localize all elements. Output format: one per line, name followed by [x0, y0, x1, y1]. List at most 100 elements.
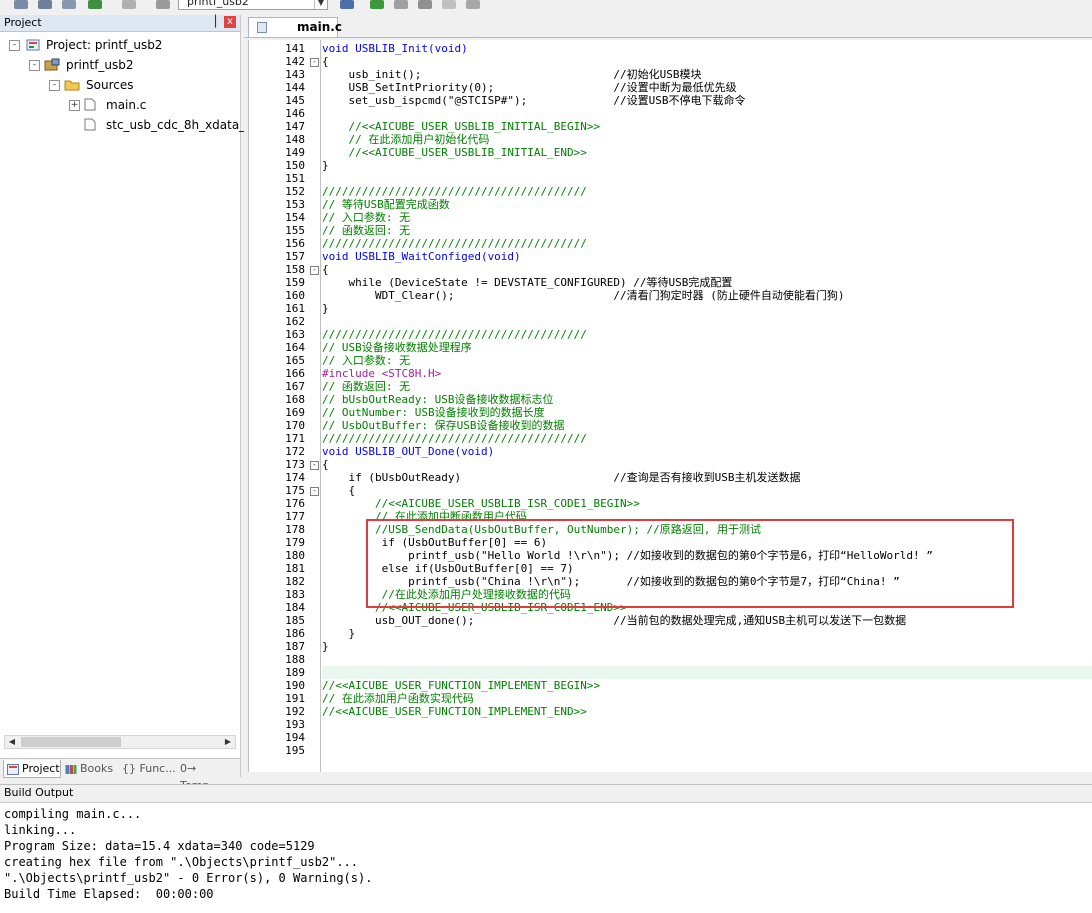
toolbar-button-7[interactable] — [340, 0, 354, 9]
code-line[interactable]: WDT_Clear(); //清看门狗定时器 (防止硬件自动使能看门狗) — [322, 289, 1092, 302]
fold-toggle-icon[interactable]: - — [310, 487, 319, 496]
target-select[interactable]: printf_usb2 ▼ — [178, 0, 328, 10]
collapse-toggle[interactable]: - — [9, 40, 20, 51]
code-line[interactable]: //////////////////////////////////////// — [322, 328, 1092, 341]
fold-toggle-icon[interactable]: - — [310, 461, 319, 470]
code-line[interactable] — [322, 653, 1092, 666]
code-line[interactable]: set_usb_ispcmd("@STCISP#"); //设置USB不停电下载… — [322, 94, 1092, 107]
project-horizontal-scrollbar[interactable]: ◀ ▶ — [4, 735, 236, 749]
code-line[interactable] — [322, 107, 1092, 120]
code-line[interactable]: } — [322, 159, 1092, 172]
code-line[interactable] — [322, 666, 1092, 679]
code-line[interactable]: printf_usb("China !\r\n"); //如接收到的数据包的第0… — [322, 575, 1092, 588]
code-line[interactable]: usb_init(); //初始化USB模块 — [322, 68, 1092, 81]
code-line[interactable]: // 函数返回: 无 — [322, 380, 1092, 393]
editor-horizontal-scrollbar[interactable] — [248, 772, 1092, 777]
tree-item-project[interactable]: - Project: printf_usb2 — [0, 36, 240, 54]
pin-icon[interactable]: ▕ — [208, 15, 216, 28]
code-line[interactable]: void USBLIB_Init(void) — [322, 42, 1092, 55]
code-line[interactable]: if (bUsbOutReady) //查询是否有接收到USB主机发送数据 — [322, 471, 1092, 484]
code-line[interactable]: //////////////////////////////////////// — [322, 185, 1092, 198]
code-line[interactable] — [322, 731, 1092, 744]
tab-templates[interactable]: 0→ Temp... — [178, 760, 238, 792]
code-line[interactable]: while (DeviceState != DEVSTATE_CONFIGURE… — [322, 276, 1092, 289]
code-line[interactable]: //////////////////////////////////////// — [322, 237, 1092, 250]
tab-main-c[interactable]: main.c — [248, 17, 342, 37]
code-line[interactable]: // 等待USB配置完成函数 — [322, 198, 1092, 211]
scroll-right-icon[interactable]: ▶ — [221, 736, 235, 748]
code-line[interactable] — [322, 718, 1092, 731]
fold-toggle-icon[interactable]: - — [310, 58, 319, 67]
code-line[interactable]: } — [322, 627, 1092, 640]
code-line[interactable]: // 在此添加用户初始化代码 — [322, 133, 1092, 146]
books-icon — [65, 763, 77, 774]
toolbar-button-4[interactable] — [88, 0, 102, 9]
code-line[interactable]: //<<AICUBE_USER_FUNCTION_IMPLEMENT_END>> — [322, 705, 1092, 718]
code-line[interactable]: //USB_SendData(UsbOutBuffer, OutNumber);… — [322, 523, 1092, 536]
code-line[interactable]: //<<AICUBE_USER_USBLIB_INITIAL_BEGIN>> — [322, 120, 1092, 133]
code-line[interactable]: // USB设备接收数据处理程序 — [322, 341, 1092, 354]
code-line[interactable]: // 在此添加中断函数用户代码 — [322, 510, 1092, 523]
code-line[interactable]: { — [322, 263, 1092, 276]
code-line[interactable]: //<<AICUBE_USER_USBLIB_ISR_CODE1_BEGIN>> — [322, 497, 1092, 510]
code-line[interactable]: // 在此添加用户函数实现代码 — [322, 692, 1092, 705]
toolbar-button-8[interactable] — [370, 0, 384, 9]
code-line[interactable]: { — [322, 484, 1092, 497]
scrollbar-thumb[interactable] — [21, 737, 121, 747]
chevron-down-icon[interactable]: ▼ — [314, 0, 327, 9]
toolbar-button-12[interactable] — [466, 0, 480, 9]
code-line[interactable]: // OutNumber: USB设备接收到的数据长度 — [322, 406, 1092, 419]
code-line[interactable]: // 函数返回: 无 — [322, 224, 1092, 237]
toolbar-button-10[interactable] — [418, 0, 432, 9]
scroll-left-icon[interactable]: ◀ — [5, 736, 19, 748]
tab-project[interactable]: Project — [3, 760, 61, 778]
code-line[interactable]: } — [322, 640, 1092, 653]
code-line[interactable]: //<<AICUBE_USER_FUNCTION_IMPLEMENT_BEGIN… — [322, 679, 1092, 692]
collapse-toggle[interactable]: - — [29, 60, 40, 71]
tree-item-target[interactable]: - printf_usb2 — [0, 56, 240, 74]
tab-label: Books — [80, 762, 114, 775]
tree-label: stc_usb_cdc_8h_xdata_bl — [106, 118, 257, 132]
code-line[interactable]: #include <STC8H.H> — [322, 367, 1092, 380]
fold-toggle-icon[interactable]: - — [310, 266, 319, 275]
toolbar-button-9[interactable] — [394, 0, 408, 9]
toolbar-button-11[interactable] — [442, 0, 456, 9]
code-line[interactable] — [322, 172, 1092, 185]
close-icon[interactable]: x — [224, 16, 236, 28]
code-line[interactable]: // 入口参数: 无 — [322, 354, 1092, 367]
expand-toggle[interactable]: + — [69, 100, 80, 111]
code-line[interactable]: //////////////////////////////////////// — [322, 432, 1092, 445]
code-editor[interactable]: 141 142 143 144 145 146 147 148 149 150 151 152 153 1… — [248, 40, 1092, 772]
code-line[interactable]: { — [322, 458, 1092, 471]
code-line[interactable]: USB_SetIntPriority(0); //设置中断为最低优先级 — [322, 81, 1092, 94]
build-output-line: Program Size: data=15.4 xdata=340 code=5… — [4, 839, 315, 853]
tree-item-main-c[interactable]: + main.c — [0, 96, 240, 114]
toolbar-button-2[interactable] — [38, 0, 52, 9]
code-line[interactable]: usb_OUT_done(); //当前包的数据处理完成,通知USB主机可以发送… — [322, 614, 1092, 627]
tree-item-sources[interactable]: - Sources — [0, 76, 240, 94]
tab-books[interactable]: Books — [62, 760, 116, 777]
code-line[interactable]: printf_usb("Hello World !\r\n"); //如接收到的… — [322, 549, 1092, 562]
code-line[interactable]: // 入口参数: 无 — [322, 211, 1092, 224]
code-line[interactable]: void USBLIB_OUT_Done(void) — [322, 445, 1092, 458]
toolbar-button-3[interactable] — [62, 0, 76, 9]
code-line[interactable]: { — [322, 55, 1092, 68]
code-line[interactable]: // UsbOutBuffer: 保存USB设备接收到的数据 — [322, 419, 1092, 432]
code-line[interactable]: } — [322, 302, 1092, 315]
code-line[interactable]: if (UsbOutBuffer[0] == 6) — [322, 536, 1092, 549]
code-line[interactable]: void USBLIB_WaitConfiged(void) — [322, 250, 1092, 263]
code-line[interactable]: //<<AICUBE_USER_USBLIB_ISR_CODE1_END>> — [322, 601, 1092, 614]
code-line[interactable]: //<<AICUBE_USER_USBLIB_INITIAL_END>> — [322, 146, 1092, 159]
toolbar-button-5[interactable] — [122, 0, 136, 9]
code-line[interactable] — [322, 315, 1092, 328]
code-line[interactable]: //在此处添加用户处理接收数据的代码 — [322, 588, 1092, 601]
toolbar-button-1[interactable] — [14, 0, 28, 9]
code-line[interactable] — [322, 744, 1092, 757]
tree-item-library[interactable]: stc_usb_cdc_8h_xdata_bl — [0, 116, 256, 134]
collapse-toggle[interactable]: - — [49, 80, 60, 91]
line-number: 191 — [285, 692, 305, 705]
code-line[interactable]: // bUsbOutReady: USB设备接收数据标志位 — [322, 393, 1092, 406]
toolbar-button-6[interactable] — [156, 0, 170, 9]
code-line[interactable]: else if(UsbOutBuffer[0] == 7) — [322, 562, 1092, 575]
tab-functions[interactable]: {} Func... — [118, 760, 178, 777]
